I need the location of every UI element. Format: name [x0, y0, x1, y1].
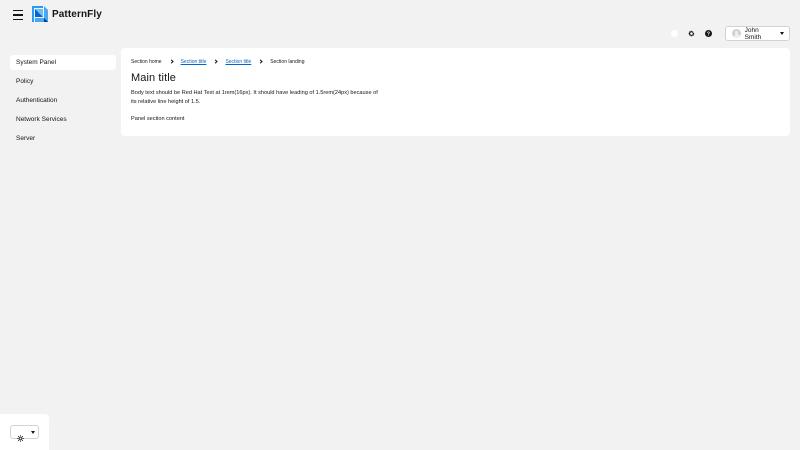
brand-name: PatternFly — [52, 8, 102, 20]
body-text: Body text should be Red Hat Text at 1rem… — [131, 90, 378, 105]
question-circle-icon[interactable] — [700, 27, 717, 41]
sidebar-item-label: System Panel — [16, 59, 57, 66]
theme-panel — [0, 414, 49, 450]
sun-icon — [17, 429, 24, 442]
theme-toggle-button[interactable] — [10, 425, 39, 442]
user-dropdown-toggle[interactable]: John Smith — [725, 26, 790, 41]
caret-down-icon — [780, 32, 784, 35]
masthead-tools: John Smith — [666, 26, 790, 41]
sidebar-item-label: Network Services — [16, 116, 67, 123]
sidebar-item-label: Authentication — [16, 97, 58, 104]
caret-down-icon — [31, 430, 35, 434]
gear-icon[interactable] — [683, 27, 700, 41]
hamburger-icon[interactable] — [13, 10, 23, 20]
page-title: Main title — [131, 72, 177, 84]
sidebar-item-server[interactable]: Server — [10, 131, 116, 146]
avatar-icon — [732, 29, 741, 38]
user-name: John Smith — [744, 26, 762, 41]
breadcrumb-link-section-title[interactable]: Section title — [181, 59, 207, 65]
brand-logo-link[interactable]: PatternFly — [32, 6, 102, 22]
sidebar-item-authentication[interactable]: Authentication — [10, 93, 116, 108]
sidebar-nav: System Panel Policy Authentication Netwo… — [10, 55, 116, 150]
sidebar-item-policy[interactable]: Policy — [10, 74, 116, 89]
chevron-right-icon — [258, 59, 263, 64]
sidebar-item-system-panel[interactable]: System Panel — [10, 55, 116, 70]
breadcrumb-item-home: Section home — [131, 58, 162, 65]
chevron-right-icon — [168, 59, 174, 64]
panel-section-content: Panel section content — [131, 116, 185, 122]
main-content: Section home Section title Section title… — [121, 48, 790, 136]
masthead: PatternFly John Smith — [0, 0, 800, 48]
breadcrumb-link-section-title[interactable]: Section title — [225, 59, 251, 65]
bell-icon[interactable] — [666, 27, 683, 41]
breadcrumb: Section home Section title Section title… — [131, 58, 780, 65]
sidebar-item-label: Policy — [16, 78, 34, 85]
sidebar-item-network-services[interactable]: Network Services — [10, 112, 116, 127]
breadcrumb-item-current: Section landing — [270, 58, 305, 65]
app-shell: PatternFly John Smith System Panel Polic… — [0, 0, 800, 450]
patternfly-logo-icon — [32, 6, 48, 22]
sidebar-item-label: Server — [16, 135, 36, 142]
chevron-right-icon — [213, 59, 219, 64]
